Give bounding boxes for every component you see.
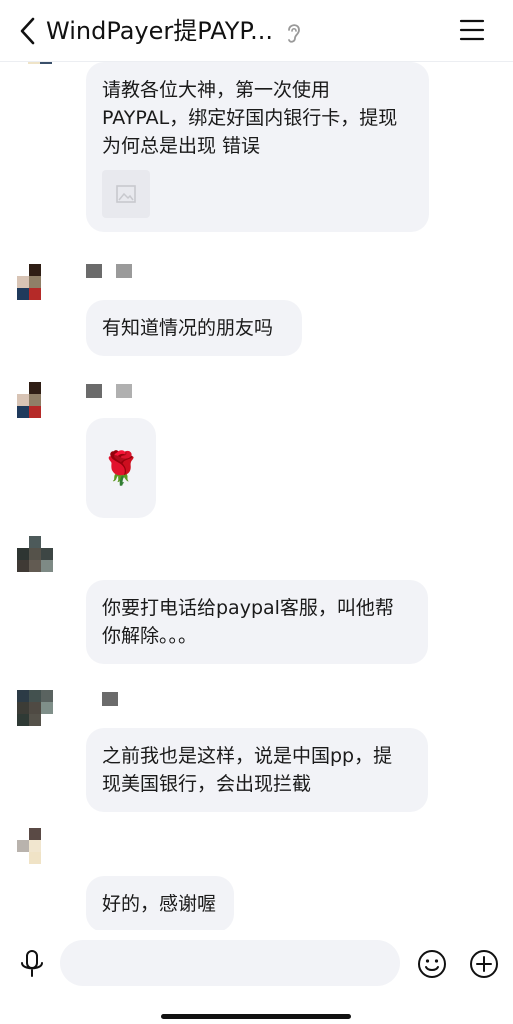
message-bubble[interactable]: 你要打电话给paypal客服，叫他帮 你解除。。。	[86, 580, 428, 664]
avatar[interactable]	[17, 536, 53, 572]
message-text: 请教各位大神，第一次使用 PAYPAL，绑定好国内银行卡，提现 为何总是出现 错…	[102, 79, 398, 157]
sender-name	[86, 384, 132, 398]
input-bar	[0, 930, 513, 1024]
avatar[interactable]	[17, 828, 53, 864]
message-bubble[interactable]: 🌹	[86, 418, 156, 518]
message-bubble[interactable]: 有知道情况的朋友吗	[86, 300, 302, 356]
message-bubble[interactable]: 好的，感谢喔	[86, 876, 234, 930]
avatar[interactable]	[17, 264, 53, 300]
message-bubble[interactable]: 之前我也是这样，说是中国pp，提 现美国银行，会出现拦截	[86, 728, 428, 812]
message-text: 之前我也是这样，说是中国pp，提 现美国银行，会出现拦截	[102, 745, 393, 795]
chat-title[interactable]: WindPayer提PAYP...	[46, 15, 273, 47]
chat-header: WindPayer提PAYP...	[0, 0, 513, 62]
message-text: 你要打电话给paypal客服，叫他帮 你解除。。。	[102, 597, 394, 647]
message-text: 好的，感谢喔	[102, 893, 217, 915]
hamburger-menu-icon[interactable]	[459, 17, 485, 43]
ear-icon[interactable]	[283, 20, 305, 46]
avatar[interactable]	[17, 690, 53, 726]
message-bubble[interactable]: 请教各位大神，第一次使用 PAYPAL，绑定好国内银行卡，提现 为何总是出现 错…	[86, 62, 429, 232]
message-list[interactable]: 请教各位大神，第一次使用 PAYPAL，绑定好国内银行卡，提现 为何总是出现 错…	[0, 62, 513, 930]
message-input[interactable]	[60, 940, 400, 986]
message-text: 有知道情况的朋友吗	[102, 317, 274, 339]
sender-name	[86, 264, 132, 278]
image-icon	[116, 185, 136, 203]
rose-emoji: 🌹	[101, 449, 141, 487]
back-button[interactable]	[14, 14, 42, 48]
avatar[interactable]	[16, 62, 52, 88]
avatar[interactable]	[17, 382, 53, 418]
emoji-icon[interactable]	[416, 948, 448, 980]
plus-icon[interactable]	[468, 948, 500, 980]
microphone-icon[interactable]	[16, 948, 48, 980]
image-placeholder[interactable]	[102, 170, 150, 218]
chevron-left-icon	[20, 17, 35, 45]
sender-name	[102, 692, 118, 706]
home-indicator	[161, 1014, 351, 1019]
